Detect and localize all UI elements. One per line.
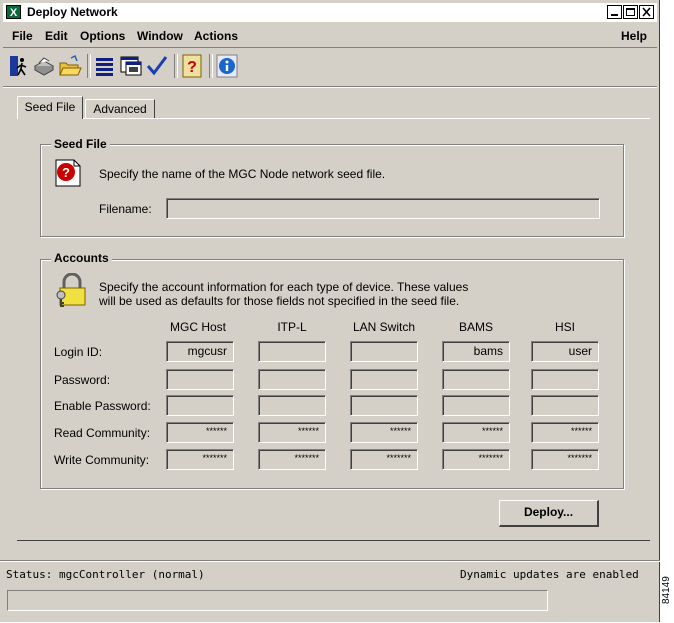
accounts-group-title: Accounts <box>51 251 112 265</box>
menu-options[interactable]: Options <box>80 29 125 43</box>
exit-icon <box>10 56 27 76</box>
login-id-itp-l-input[interactable] <box>258 341 326 362</box>
accounts-description-line2: will be used as defaults for those field… <box>99 294 460 308</box>
login-id-mgc-host-input[interactable]: mgcusr <box>166 341 234 362</box>
check-button[interactable] <box>145 53 169 79</box>
app-icon[interactable]: X <box>6 5 21 19</box>
write-community-mgc-host-input[interactable]: ******* <box>166 449 234 470</box>
help-icon: ? <box>182 54 202 78</box>
filename-input[interactable] <box>166 198 600 219</box>
seed-file-group-title: Seed File <box>51 137 110 151</box>
login-id-bams-input[interactable]: bams <box>442 341 510 362</box>
tab-advanced-label: Advanced <box>93 102 147 116</box>
toolbar-separator <box>174 54 178 78</box>
open-button[interactable] <box>58 53 82 79</box>
password-itp-l-input[interactable] <box>258 369 326 390</box>
svg-text:?: ? <box>62 165 70 180</box>
toolbar: ? <box>3 50 657 84</box>
close-icon <box>642 7 651 17</box>
write-community-bams-input[interactable]: ******* <box>442 449 510 470</box>
filename-label: Filename: <box>99 202 152 216</box>
checkmark-icon <box>146 56 168 76</box>
column-header-itp-l: ITP-L <box>277 320 307 334</box>
printer-icon <box>33 57 55 76</box>
read-community-bams-input[interactable]: ****** <box>442 422 510 443</box>
toolbar-separator <box>209 54 213 78</box>
close-button[interactable] <box>639 5 654 19</box>
menu-window[interactable]: Window <box>137 29 183 43</box>
list-icon <box>96 58 113 76</box>
password-lan-switch-input[interactable] <box>350 369 418 390</box>
enable-password-itp-l-input[interactable] <box>258 395 326 416</box>
menu-actions[interactable]: Actions <box>194 29 238 43</box>
toolbar-separator <box>87 54 91 78</box>
column-header-hsi: HSI <box>554 320 575 334</box>
password-mgc-host-input[interactable] <box>166 369 234 390</box>
seed-file-group <box>40 144 624 237</box>
window-title: Deploy Network <box>27 5 118 19</box>
tab-strip-line <box>20 118 650 119</box>
column-header-mgc-host: MGC Host <box>169 320 226 334</box>
print-button[interactable] <box>32 53 56 79</box>
menu-bar: File Edit Options Window Actions Help <box>3 25 657 48</box>
password-hsi-input[interactable] <box>531 369 599 390</box>
open-folder-icon <box>59 54 82 76</box>
write-community-itp-l-input[interactable]: ******* <box>258 449 326 470</box>
minimize-icon <box>611 14 618 16</box>
exit-button[interactable] <box>6 53 30 79</box>
deploy-button[interactable]: Deploy... <box>499 500 599 527</box>
accounts-description-line1: Specify the account information for each… <box>99 280 469 294</box>
figure-number: 84149 <box>661 576 672 604</box>
windows-button[interactable] <box>119 53 143 79</box>
login-id-hsi-input[interactable]: user <box>531 341 599 362</box>
deploy-network-window: X Deploy Network File Edit Options Windo… <box>0 0 660 622</box>
column-header-bams: BAMS <box>458 320 493 334</box>
enable-password-lan-switch-input[interactable] <box>350 395 418 416</box>
tab-panel-border <box>17 540 650 541</box>
help-document-icon: ? <box>55 159 81 187</box>
enable-password-mgc-host-input[interactable] <box>166 395 234 416</box>
read-community-hsi-input[interactable]: ****** <box>531 422 599 443</box>
maximize-icon <box>626 8 635 16</box>
tab-seed-file-label: Seed File <box>24 100 76 114</box>
minimize-button[interactable] <box>607 5 622 19</box>
enable-password-label: Enable Password: <box>54 399 151 413</box>
tab-advanced[interactable]: Advanced <box>85 99 155 118</box>
login-id-label: Login ID: <box>54 345 103 359</box>
write-community-label: Write Community: <box>54 453 150 467</box>
password-label: Password: <box>54 373 111 387</box>
svg-text:?: ? <box>187 59 197 76</box>
padlock-icon <box>56 273 86 307</box>
menu-edit[interactable]: Edit <box>45 29 68 43</box>
title-bar[interactable]: X Deploy Network <box>3 3 657 22</box>
seed-file-description: Specify the name of the MGC Node network… <box>99 167 386 181</box>
tab-seed-file[interactable]: Seed File <box>17 96 83 119</box>
status-text: Status: mgcController (normal) <box>6 568 205 581</box>
read-community-label: Read Community: <box>54 426 151 440</box>
info-button[interactable] <box>215 53 239 79</box>
menu-file[interactable]: File <box>12 29 33 43</box>
write-community-hsi-input[interactable]: ******* <box>531 449 599 470</box>
dynamic-updates-text: Dynamic updates are enabled <box>460 568 639 581</box>
progress-bar <box>7 590 548 611</box>
maximize-button[interactable] <box>623 5 638 19</box>
list-button[interactable] <box>93 53 117 79</box>
write-community-lan-switch-input[interactable]: ******* <box>350 449 418 470</box>
column-header-lan-switch: LAN Switch <box>352 320 416 334</box>
help-button[interactable]: ? <box>180 53 204 79</box>
read-community-mgc-host-input[interactable]: ****** <box>166 422 234 443</box>
enable-password-hsi-input[interactable] <box>531 395 599 416</box>
toolbar-divider <box>3 86 657 88</box>
menu-help[interactable]: Help <box>621 29 647 43</box>
read-community-itp-l-input[interactable]: ****** <box>258 422 326 443</box>
password-bams-input[interactable] <box>442 369 510 390</box>
login-id-lan-switch-input[interactable] <box>350 341 418 362</box>
windows-icon <box>120 56 142 76</box>
enable-password-bams-input[interactable] <box>442 395 510 416</box>
info-icon <box>216 54 238 78</box>
read-community-lan-switch-input[interactable]: ****** <box>350 422 418 443</box>
